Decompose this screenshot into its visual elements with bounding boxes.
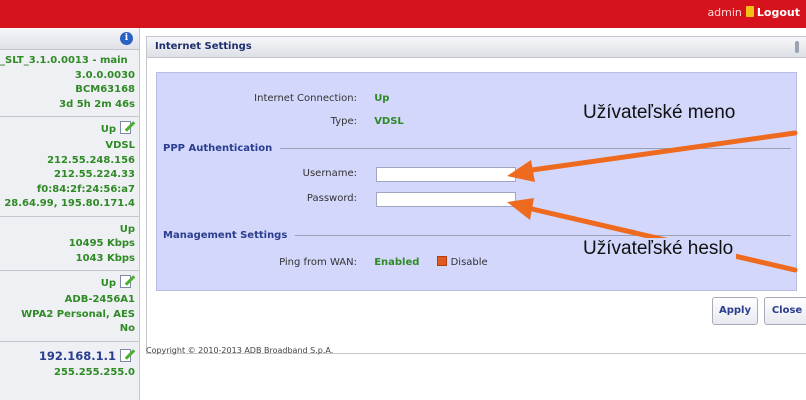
wan-mac: f0:84:2f:24:56:a7 [36,183,135,195]
lan-ip-row: 192.168.1.1 [0,346,136,366]
disable-label: Disable [450,257,488,268]
type-row: Type: VDSL [157,116,404,127]
wan-ip: 212.55.248.156 [47,154,135,166]
dsl-status: Up [119,223,135,235]
ppp-section-header: PPP Authentication [163,143,791,154]
wifi-status: Up [0,273,136,293]
type-label: Type: [330,116,357,127]
connection-row: Internet Connection: Up [157,93,389,104]
wan-dns: 28.64.99, 195.80.171.4 [4,198,135,209]
type-value: VDSL [374,116,404,127]
close-button[interactable]: Close [764,297,806,325]
logout-icon[interactable] [745,6,754,17]
wifi-status-block: Up ADB-2456A1 WPA2 Personal, AES No [0,271,139,342]
uptime: 3d 5h 2m 46s [59,98,135,110]
internet-status-value: Up [100,124,116,135]
section-divider [295,235,791,236]
system-info-block: _SLT_3.1.0.0013 - main 3.0.0.0030 BCM631… [0,50,139,117]
wifi-security: WPA2 Personal, AES [21,308,135,320]
wan-gateway: 212.55.224.33 [54,169,135,180]
lan-status-block: 192.168.1.1 255.255.255.0 [0,342,139,385]
logout-link[interactable]: Logout [757,6,800,19]
dsl-downstream: 10495 Kbps [68,238,135,249]
username-row: Username: [157,168,357,179]
disable-icon [436,256,447,266]
username-label: Username: [302,168,357,179]
username-input[interactable] [376,167,516,182]
chipset: BCM63168 [75,84,135,95]
copyright: Copyright © 2010-2013 ADB Broadband S.p.… [146,346,334,355]
connection-value: Up [374,93,390,104]
edit-internet-icon[interactable] [119,119,136,135]
internet-settings-panel: Internet Settings Internet Connection: U… [146,36,806,354]
lan-mask: 255.255.255.0 [54,366,135,378]
connection-label: Internet Connection: [254,93,357,104]
dsl-status-block: Up 10495 Kbps 1043 Kbps [0,217,139,271]
panel-title: Internet Settings [155,41,252,52]
management-section-title: Management Settings [163,230,288,241]
wifi-ssid: ADB-2456A1 [64,294,135,305]
password-callout: Užívateľské heslo [580,238,737,260]
ppp-section-title: PPP Authentication [163,143,273,154]
edit-lan-icon[interactable] [119,347,136,363]
sidebar-header: i [0,28,139,50]
panel-header: Internet Settings [147,37,806,58]
username: admin [707,6,742,19]
info-icon[interactable]: i [120,32,133,45]
internet-status: Up [0,119,136,139]
wifi-status-value: Up [100,278,116,289]
ping-row: Ping from WAN: Enabled Disable [157,256,488,268]
password-row: Password: [157,193,357,204]
dsl-upstream: 1043 Kbps [75,252,135,264]
password-label: Password: [306,193,357,204]
username-callout: Užívateľské meno [580,102,739,124]
ping-value: Enabled [374,257,420,268]
top-bar: admin Logout [0,0,806,28]
edit-wifi-icon[interactable] [119,273,136,289]
internet-status-block: Up VDSL 212.55.248.156 212.55.224.33 f0:… [0,117,139,217]
password-input[interactable] [376,192,516,207]
firmware-version: _SLT_3.1.0.0013 - main [0,55,128,66]
section-divider [280,148,791,149]
disable-link[interactable]: Disable [436,256,488,268]
ping-label: Ping from WAN: [279,257,357,268]
lan-ip: 192.168.1.1 [38,348,116,363]
wifi-wps: No [119,323,135,334]
user-area: admin Logout [707,6,800,19]
internet-type: VDSL [105,140,135,151]
settings-icon[interactable] [792,41,802,53]
software-version: 3.0.0.0030 [74,69,135,81]
status-sidebar: i _SLT_3.1.0.0013 - main 3.0.0.0030 BCM6… [0,28,140,400]
apply-button[interactable]: Apply [712,297,758,325]
